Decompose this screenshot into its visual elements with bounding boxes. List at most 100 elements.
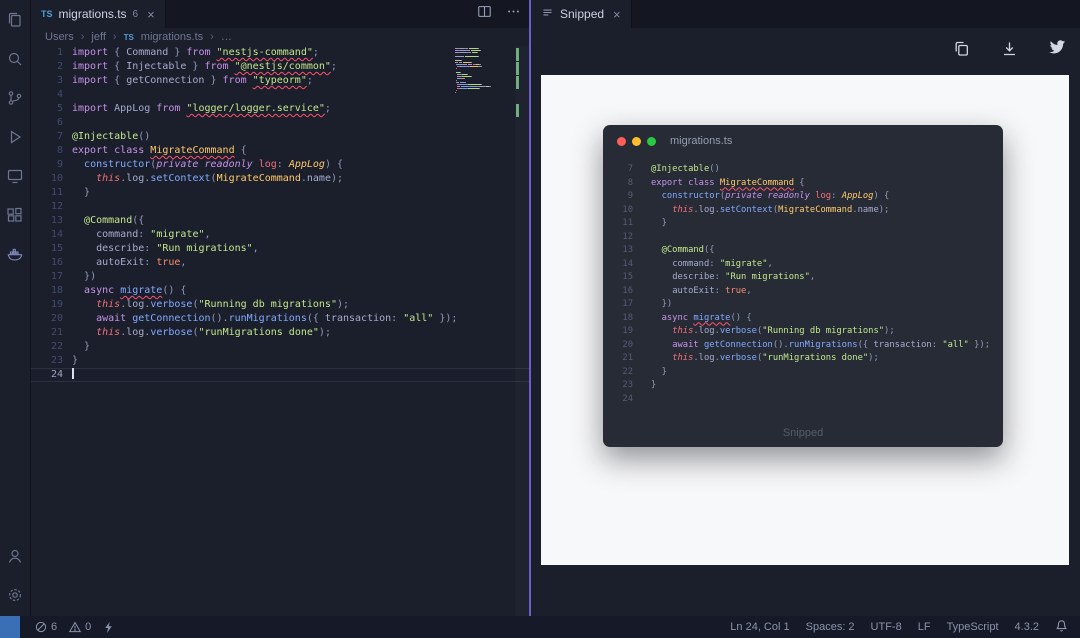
line-number: 20 (609, 339, 633, 353)
code-line[interactable]: 20 await getConnection().runMigrations({… (31, 312, 529, 326)
code-line[interactable]: 23} (31, 354, 529, 368)
code-line[interactable]: 7@Injectable() (31, 130, 529, 144)
line-number: 14 (609, 258, 633, 272)
more-actions-icon[interactable] (506, 4, 521, 24)
line-number: 16 (609, 285, 633, 299)
code-line[interactable]: 21 this.log.verbose("runMigrations done"… (31, 326, 529, 340)
language-mode[interactable]: TypeScript (947, 621, 999, 633)
snipped-tab-icon (541, 6, 554, 22)
code-line[interactable]: 19 this.log.verbose("Running db migratio… (31, 298, 529, 312)
line-number: 18 (31, 284, 63, 298)
code-line[interactable]: 9 constructor(private readonly log: AppL… (31, 158, 529, 172)
snipped-panel: migrations.ts 7@Injectable()8export clas… (531, 28, 1080, 616)
tab-close-icon[interactable]: × (613, 7, 621, 22)
warning-icon (69, 621, 81, 633)
typescript-file-icon: TS (124, 33, 134, 42)
status-bar-left: 6 0 (0, 616, 119, 638)
line-number: 1 (31, 46, 63, 60)
accounts-icon[interactable] (0, 536, 31, 575)
twitter-icon[interactable] (1049, 40, 1066, 62)
copy-icon[interactable] (953, 40, 970, 62)
line-number: 24 (31, 368, 63, 382)
download-icon[interactable] (1001, 40, 1018, 62)
line-number: 19 (609, 325, 633, 339)
code-line[interactable]: 11 } (31, 186, 529, 200)
notifications-bell-icon[interactable] (1055, 619, 1068, 636)
code-line: 20 await getConnection().runMigrations({… (609, 339, 1003, 353)
run-debug-icon[interactable] (0, 117, 31, 156)
tab-label: migrations.ts (59, 7, 127, 21)
breadcrumb-item[interactable]: Users (45, 31, 74, 43)
tab-label: Snipped (560, 7, 604, 21)
eol-sequence[interactable]: LF (918, 621, 931, 633)
line-number: 6 (31, 116, 63, 130)
code-line[interactable]: 24 (31, 368, 529, 382)
breadcrumb-item[interactable]: jeff (91, 31, 105, 43)
code-line[interactable]: 10 this.log.setContext(MigrateCommand.na… (31, 172, 529, 186)
code-line: 17 }) (609, 298, 1003, 312)
code-line[interactable]: 12 (31, 200, 529, 214)
line-number: 17 (609, 298, 633, 312)
line-number: 17 (31, 270, 63, 284)
code-line: 7@Injectable() (609, 163, 1003, 177)
editor-group-sash[interactable] (529, 0, 531, 616)
problems-errors[interactable]: 6 (30, 616, 62, 638)
line-number: 22 (31, 340, 63, 354)
code-line: 11 } (609, 217, 1003, 231)
breadcrumb-item[interactable]: migrations.ts (141, 31, 203, 43)
code-line[interactable]: 5import AppLog from "logger/logger.servi… (31, 102, 529, 116)
search-icon[interactable] (0, 39, 31, 78)
settings-gear-icon[interactable] (0, 575, 31, 614)
explorer-icon[interactable] (0, 0, 31, 39)
remote-indicator[interactable] (0, 616, 20, 638)
code-line[interactable]: 13 @Command({ (31, 214, 529, 228)
extensions-icon[interactable] (0, 195, 31, 234)
overview-ruler[interactable] (515, 46, 529, 616)
traffic-light-zoom (647, 137, 656, 146)
code-line: 22 } (609, 366, 1003, 380)
problems-warnings[interactable]: 0 (64, 616, 96, 638)
code-line[interactable]: 15 describe: "Run migrations", (31, 242, 529, 256)
zap-icon (103, 621, 114, 634)
tab-problem-badge: 6 (133, 9, 139, 20)
encoding[interactable]: UTF-8 (871, 621, 902, 633)
line-number: 10 (609, 204, 633, 218)
line-number: 13 (31, 214, 63, 228)
code-line[interactable]: 6 (31, 116, 529, 130)
minimap[interactable] (455, 48, 512, 96)
code-line[interactable]: 16 autoExit: true, (31, 256, 529, 270)
code-line[interactable]: 22 } (31, 340, 529, 354)
code-line: 12 (609, 231, 1003, 245)
cursor-position[interactable]: Ln 24, Col 1 (730, 621, 789, 633)
typescript-version[interactable]: 4.3.2 (1015, 621, 1039, 633)
tab-close-icon[interactable]: × (147, 7, 155, 22)
tab-migrations-ts[interactable]: TS migrations.ts 6 × (31, 0, 166, 28)
split-editor-icon[interactable] (477, 4, 492, 24)
code-line[interactable]: 18 async migrate() { (31, 284, 529, 298)
code-line[interactable]: 14 command: "migrate", (31, 228, 529, 242)
status-bar: 6 0 Ln 24, Col 1 Spaces: 2 UTF-8 LF Type… (0, 616, 1080, 638)
line-number: 24 (609, 393, 633, 407)
code-editor[interactable]: 1import { Command } from "nestjs-command… (31, 46, 529, 616)
code-line[interactable]: 8export class MigrateCommand { (31, 144, 529, 158)
docker-icon[interactable] (0, 234, 31, 273)
breadcrumb-item[interactable]: … (221, 31, 232, 43)
thunder-client-item[interactable] (98, 616, 119, 638)
code-line: 21 this.log.verbose("runMigrations done"… (609, 352, 1003, 366)
code-line: 8export class MigrateCommand { (609, 177, 1003, 191)
line-number: 22 (609, 366, 633, 380)
code-line[interactable]: 17 }) (31, 270, 529, 284)
source-control-icon[interactable] (0, 78, 31, 117)
editor-group-left: TS migrations.ts 6 × Users › jeff › TS m… (31, 0, 529, 616)
code-line: 16 autoExit: true, (609, 285, 1003, 299)
line-number: 21 (31, 326, 63, 340)
breadcrumb-separator: › (113, 31, 117, 43)
tab-snipped[interactable]: Snipped × (531, 0, 632, 28)
indentation[interactable]: Spaces: 2 (806, 621, 855, 633)
code-line: 19 this.log.verbose("Running db migratio… (609, 325, 1003, 339)
editor-group-right: Snipped × (531, 0, 1080, 616)
remote-explorer-icon[interactable] (0, 156, 31, 195)
code-line: 14 command: "migrate", (609, 258, 1003, 272)
line-number: 2 (31, 60, 63, 74)
line-number: 23 (31, 354, 63, 368)
